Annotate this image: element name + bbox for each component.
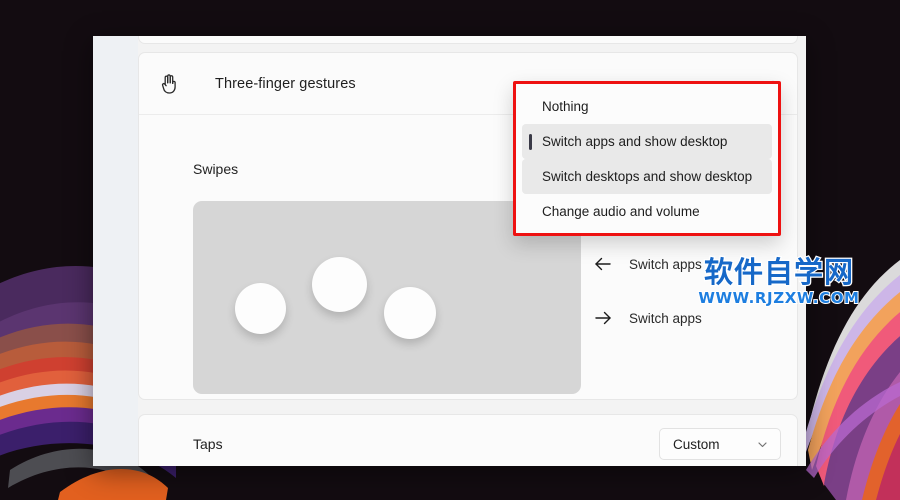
flyout-item-label: Nothing bbox=[542, 99, 589, 114]
gesture-row-left[interactable]: Switch apps bbox=[591, 237, 791, 291]
taps-dropdown-value: Custom bbox=[673, 436, 720, 452]
arrow-right-icon bbox=[591, 307, 615, 329]
flyout-item-list: Nothing Switch apps and show desktop Swi… bbox=[516, 84, 778, 233]
card-above-partial bbox=[138, 36, 798, 44]
taps-card: Taps Custom bbox=[138, 414, 798, 466]
flyout-item-label: Change audio and volume bbox=[542, 204, 700, 219]
page-title: Three-finger gestures bbox=[215, 75, 356, 92]
flyout-item-switch-desktops-and-show-desktop[interactable]: Switch desktops and show desktop bbox=[522, 159, 772, 194]
finger-dot-left bbox=[235, 283, 286, 334]
chevron-down-icon bbox=[756, 438, 769, 451]
selected-accent-bar bbox=[529, 133, 532, 150]
swipe-action-dropdown-flyout: Nothing Switch apps and show desktop Swi… bbox=[513, 81, 781, 236]
settings-nav-strip[interactable] bbox=[93, 36, 138, 466]
finger-dot-right bbox=[384, 287, 436, 339]
flyout-item-switch-apps-and-show-desktop[interactable]: Switch apps and show desktop bbox=[522, 124, 772, 159]
taps-label: Taps bbox=[193, 436, 223, 452]
finger-dot-middle bbox=[312, 257, 367, 312]
flyout-item-change-audio-and-volume[interactable]: Change audio and volume bbox=[522, 194, 772, 229]
three-finger-hand-icon bbox=[157, 71, 183, 97]
swipes-label: Swipes bbox=[193, 161, 239, 177]
gesture-label: Switch apps bbox=[629, 256, 702, 272]
flyout-item-nothing[interactable]: Nothing bbox=[522, 89, 772, 124]
taps-dropdown-button[interactable]: Custom bbox=[659, 428, 781, 460]
screenshot-root: Three-finger gestures Swipes Switch apps… bbox=[0, 0, 900, 500]
flyout-item-label: Switch desktops and show desktop bbox=[542, 169, 753, 184]
flyout-item-label: Switch apps and show desktop bbox=[542, 134, 728, 149]
gesture-label: Switch apps bbox=[629, 310, 702, 326]
gesture-row-right[interactable]: Switch apps bbox=[591, 291, 791, 345]
arrow-left-icon bbox=[591, 253, 615, 275]
